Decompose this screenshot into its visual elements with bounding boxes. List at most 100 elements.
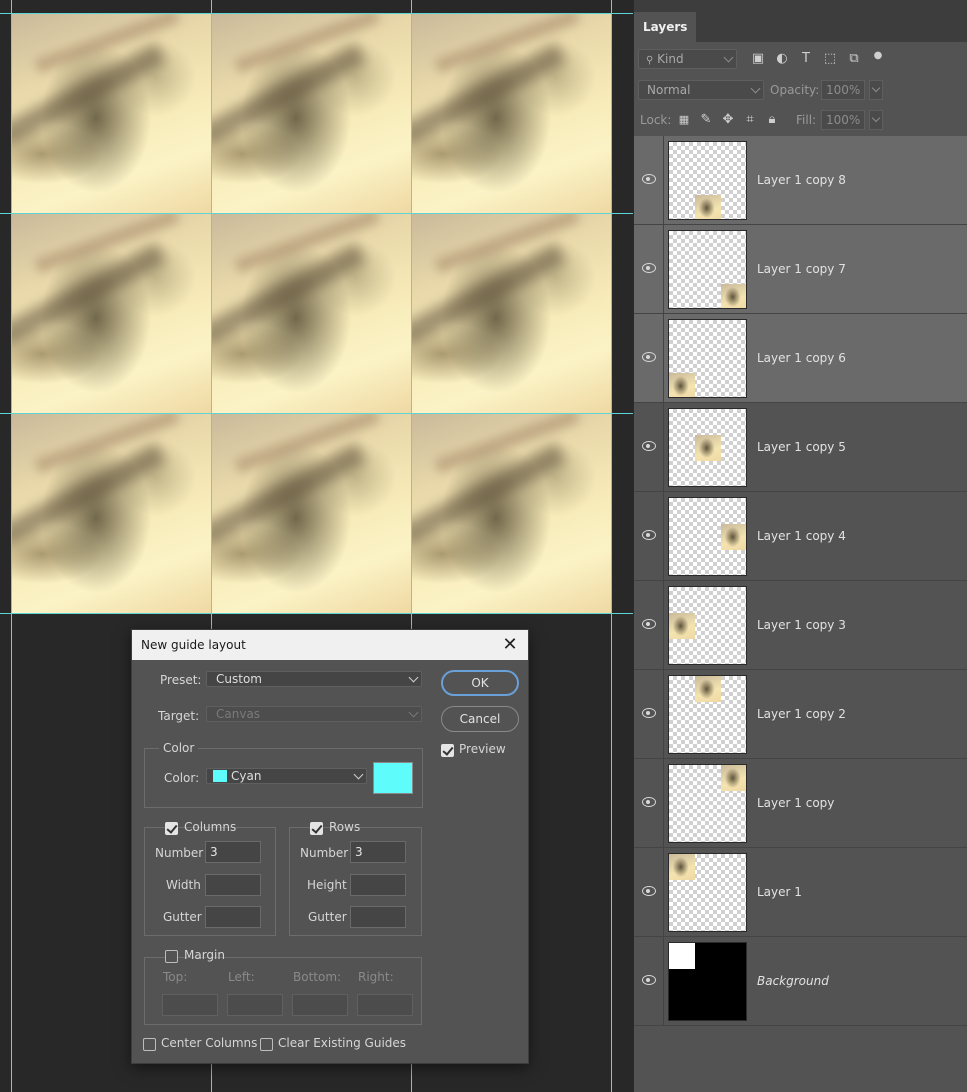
layer-row[interactable]: Layer 1 copy 3	[634, 581, 967, 670]
lock-artboard-icon[interactable]: ⌗	[743, 113, 757, 127]
layer-list: Layer 1 copy 8 Layer 1 copy 7 Layer 1 copy…	[634, 136, 967, 1026]
clear-guides-checkbox[interactable]	[260, 1038, 273, 1051]
eye-icon[interactable]	[642, 797, 656, 807]
margin-checkbox[interactable]	[165, 950, 178, 963]
visibility-column-divider	[663, 314, 664, 402]
lock-row: Lock: ▦ ✎ ✥ ⌗ 🔒︎ Fill: 100%	[634, 110, 967, 132]
lock-pixels-brush-icon[interactable]: ✎	[699, 113, 713, 127]
columns-number-input[interactable]: 3	[205, 841, 261, 863]
lock-position-icon[interactable]: ✥	[721, 113, 735, 127]
document-canvas[interactable]	[12, 14, 612, 614]
eye-icon[interactable]	[642, 441, 656, 451]
horizontal-guide[interactable]	[0, 13, 633, 14]
search-icon: ⚲	[646, 55, 654, 66]
horizontal-guide[interactable]	[0, 413, 633, 414]
lock-transparent-icon[interactable]: ▦	[677, 113, 691, 127]
horizontal-guide[interactable]	[0, 213, 633, 214]
vertical-guide[interactable]	[611, 0, 612, 1092]
visibility-column-divider	[663, 937, 664, 1025]
height-input[interactable]	[350, 874, 406, 896]
opacity-input[interactable]: 100%	[821, 80, 865, 100]
layer-thumbnail[interactable]	[668, 141, 747, 220]
eye-icon[interactable]	[642, 975, 656, 985]
layer-row[interactable]: Layer 1 copy 5	[634, 403, 967, 492]
vertical-guide[interactable]	[11, 0, 12, 1092]
preset-select[interactable]: Custom	[206, 671, 422, 687]
layer-thumbnail[interactable]	[668, 942, 747, 1021]
image-tile	[412, 14, 612, 214]
center-columns-checkbox[interactable]	[143, 1038, 156, 1051]
layer-row[interactable]: Layer 1	[634, 848, 967, 937]
layer-row[interactable]: Background	[634, 937, 967, 1026]
layer-thumbnail[interactable]	[668, 497, 747, 576]
clear-guides-label: Clear Existing Guides	[278, 1036, 407, 1050]
columns-gutter-input[interactable]	[205, 906, 261, 928]
chevron-down-icon	[408, 672, 419, 683]
rows-number-label: Number	[300, 846, 349, 860]
blend-mode-select[interactable]: Normal	[638, 80, 764, 100]
cancel-button[interactable]: Cancel	[441, 706, 519, 732]
layer-thumbnail[interactable]	[668, 408, 747, 487]
columns-number-label: Number	[155, 846, 204, 860]
ok-button[interactable]: OK	[441, 670, 519, 696]
columns-checkbox[interactable]	[165, 822, 178, 835]
type-filter-icon[interactable]: T	[799, 52, 813, 66]
horizontal-guide[interactable]	[0, 613, 633, 614]
filter-toggle-icon[interactable]: ●	[871, 49, 885, 63]
layer-name: Layer 1	[757, 885, 802, 899]
eye-icon[interactable]	[642, 708, 656, 718]
image-tile	[12, 214, 212, 414]
layer-thumbnail[interactable]	[668, 675, 747, 754]
layer-name: Layer 1 copy 2	[757, 707, 846, 721]
eye-icon[interactable]	[642, 263, 656, 273]
rows-gutter-label: Gutter	[308, 910, 347, 924]
width-input[interactable]	[205, 874, 261, 896]
layer-row[interactable]: Layer 1 copy 7	[634, 225, 967, 314]
canvas-area[interactable]: New guide layout ✕ Preset: Custom Target…	[0, 0, 633, 1092]
preview-checkbox[interactable]	[441, 744, 454, 757]
layer-row[interactable]: Layer 1 copy	[634, 759, 967, 848]
opacity-stepper[interactable]	[869, 80, 883, 100]
eye-icon[interactable]	[642, 886, 656, 896]
layer-row[interactable]: Layer 1 copy 6	[634, 314, 967, 403]
image-tile	[12, 14, 212, 214]
eye-icon[interactable]	[642, 174, 656, 184]
layer-thumbnail[interactable]	[668, 764, 747, 843]
visibility-column-divider	[663, 403, 664, 491]
color-select[interactable]: Cyan	[206, 768, 367, 784]
eye-icon[interactable]	[642, 352, 656, 362]
kind-filter-value: Kind	[657, 52, 684, 66]
layer-thumbnail[interactable]	[668, 586, 747, 665]
shape-filter-icon[interactable]: ⬚	[823, 52, 837, 66]
close-icon[interactable]: ✕	[500, 635, 520, 655]
bottom-label: Bottom:	[293, 970, 342, 984]
layer-row[interactable]: Layer 1 copy 4	[634, 492, 967, 581]
tab-layers[interactable]: Layers	[634, 12, 697, 42]
adjustment-filter-icon[interactable]: ◐	[775, 52, 789, 66]
fill-input[interactable]: 100%	[821, 110, 865, 130]
layer-thumbnail[interactable]	[668, 319, 747, 398]
image-tile	[412, 414, 612, 614]
margin-title: Margin	[184, 948, 225, 962]
image-tile	[212, 214, 412, 414]
smart-object-filter-icon[interactable]: ⧉	[847, 52, 861, 66]
fill-stepper[interactable]	[869, 110, 883, 130]
layer-thumbnail[interactable]	[668, 853, 747, 932]
photoshop-window: New guide layout ✕ Preset: Custom Target…	[0, 0, 967, 1092]
visibility-column-divider	[663, 225, 664, 313]
image-filter-icon[interactable]: ▣	[751, 52, 765, 66]
eye-icon[interactable]	[642, 530, 656, 540]
layer-row[interactable]: Layer 1 copy 8	[634, 136, 967, 225]
eye-icon[interactable]	[642, 619, 656, 629]
layer-name: Layer 1 copy 8	[757, 173, 846, 187]
lock-all-icon[interactable]: 🔒︎	[765, 113, 779, 127]
layer-row[interactable]: Layer 1 copy 2	[634, 670, 967, 759]
rows-number-input[interactable]: 3	[350, 841, 406, 863]
rows-checkbox[interactable]	[310, 822, 323, 835]
layer-thumbnail[interactable]	[668, 230, 747, 309]
thumbnail-image-piece	[669, 613, 695, 639]
color-swatch-button[interactable]	[373, 762, 413, 794]
kind-filter-select[interactable]: ⚲ Kind	[638, 49, 737, 69]
dialog-titlebar[interactable]: New guide layout ✕	[132, 630, 528, 660]
rows-gutter-input[interactable]	[350, 906, 406, 928]
